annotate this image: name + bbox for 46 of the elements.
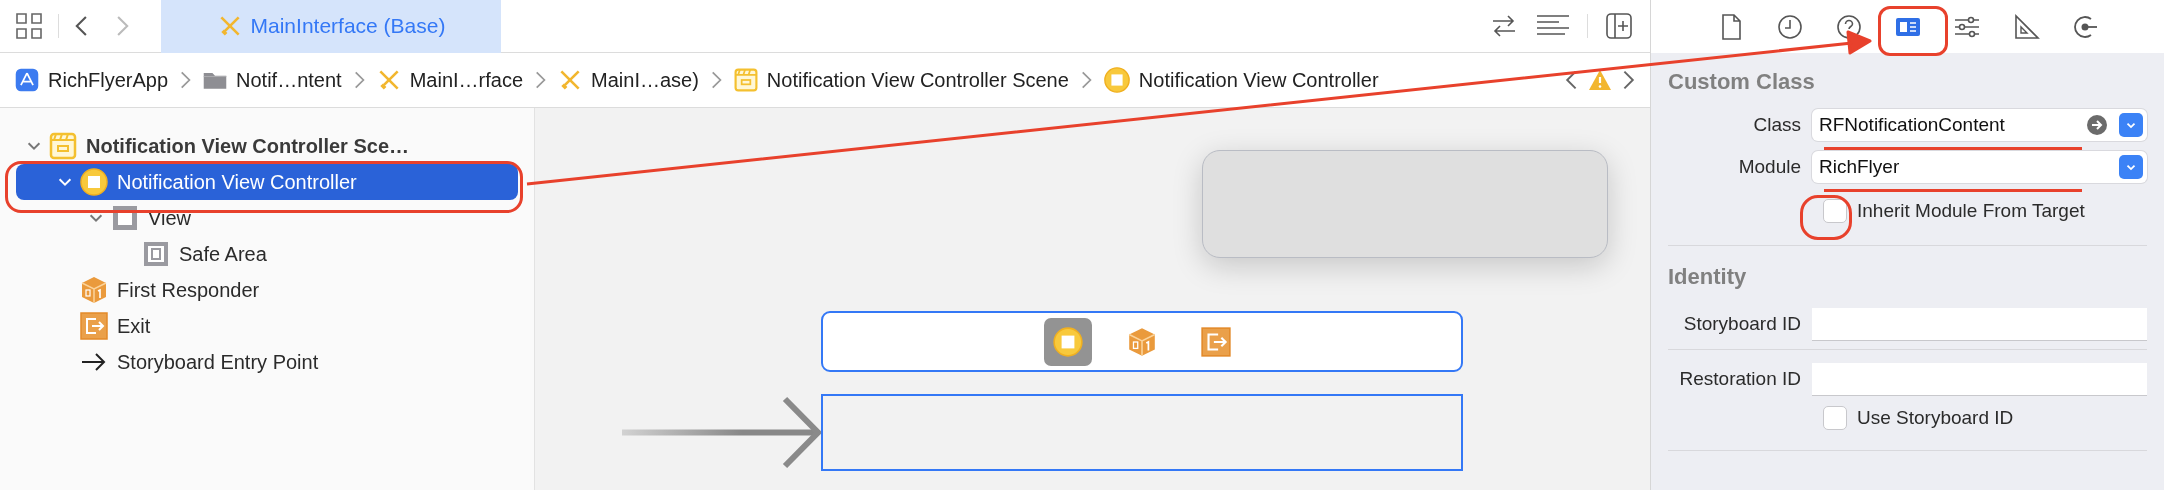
restoration-id-field[interactable] [1812, 362, 2147, 396]
annotation-outline [1878, 6, 1948, 56]
checkbox[interactable] [1823, 199, 1847, 223]
section-heading: Identity [1668, 263, 1748, 291]
safe-area-icon [141, 239, 171, 269]
field-label: Storyboard ID [1682, 311, 1802, 336]
checkbox[interactable] [1823, 406, 1847, 430]
outline-row[interactable]: Exit [16, 308, 518, 344]
section-heading: Custom Class [1668, 68, 1816, 96]
class-field[interactable]: RFNotificationContent [1812, 109, 2147, 141]
cube-icon [79, 275, 109, 305]
cube-icon [1126, 325, 1158, 358]
breadcrumb-item[interactable]: RichFlyerApp [12, 65, 171, 95]
view-controller-icon [1102, 66, 1131, 94]
exit-icon [1200, 325, 1232, 358]
checkbox-label: Inherit Module From Target [1857, 198, 2085, 223]
outline-row[interactable]: Safe Area [16, 236, 518, 272]
outline-row[interactable]: Notification View Controller [16, 164, 518, 200]
annotation-outline [1800, 195, 1852, 240]
dropdown-button[interactable] [2119, 113, 2143, 137]
breadcrumb-item[interactable]: Notification View Controller [1100, 65, 1381, 95]
outline-row[interactable]: First Responder [16, 272, 518, 308]
warning-icon[interactable] [1588, 68, 1612, 92]
exit-icon [79, 311, 109, 341]
app-icon [14, 67, 40, 93]
view-controller-icon [1052, 325, 1084, 358]
add-panel-icon[interactable] [1604, 11, 1634, 41]
field-label: Restoration ID [1678, 366, 1802, 391]
breadcrumb-item[interactable]: Notif…ntent [200, 65, 344, 95]
breadcrumb-item[interactable]: MainI…rface [373, 65, 526, 95]
module-field[interactable]: RichFlyer [1812, 151, 2147, 183]
dock-item[interactable] [1044, 317, 1092, 366]
field-label: Module [1737, 154, 1802, 179]
checkbox-label: Use Storyboard ID [1857, 405, 2014, 430]
storyboard-id-field[interactable] [1812, 307, 2147, 341]
clapperboard-icon [732, 67, 759, 93]
clapperboard-icon [48, 131, 78, 161]
breadcrumb-item[interactable]: Notification View Controller Scene [730, 65, 1071, 95]
dropdown-button[interactable] [2119, 155, 2143, 179]
grid-icon[interactable] [14, 11, 44, 41]
arrow-circle-icon[interactable] [2087, 115, 2107, 135]
view-controller-icon [79, 167, 109, 197]
breadcrumb-item[interactable]: MainI…ase) [555, 65, 701, 95]
outline-row[interactable]: Storyboard Entry Point [16, 344, 518, 380]
field-label: Class [1752, 112, 1802, 137]
outline-row[interactable]: Notification View Controller Sce… [16, 128, 518, 164]
